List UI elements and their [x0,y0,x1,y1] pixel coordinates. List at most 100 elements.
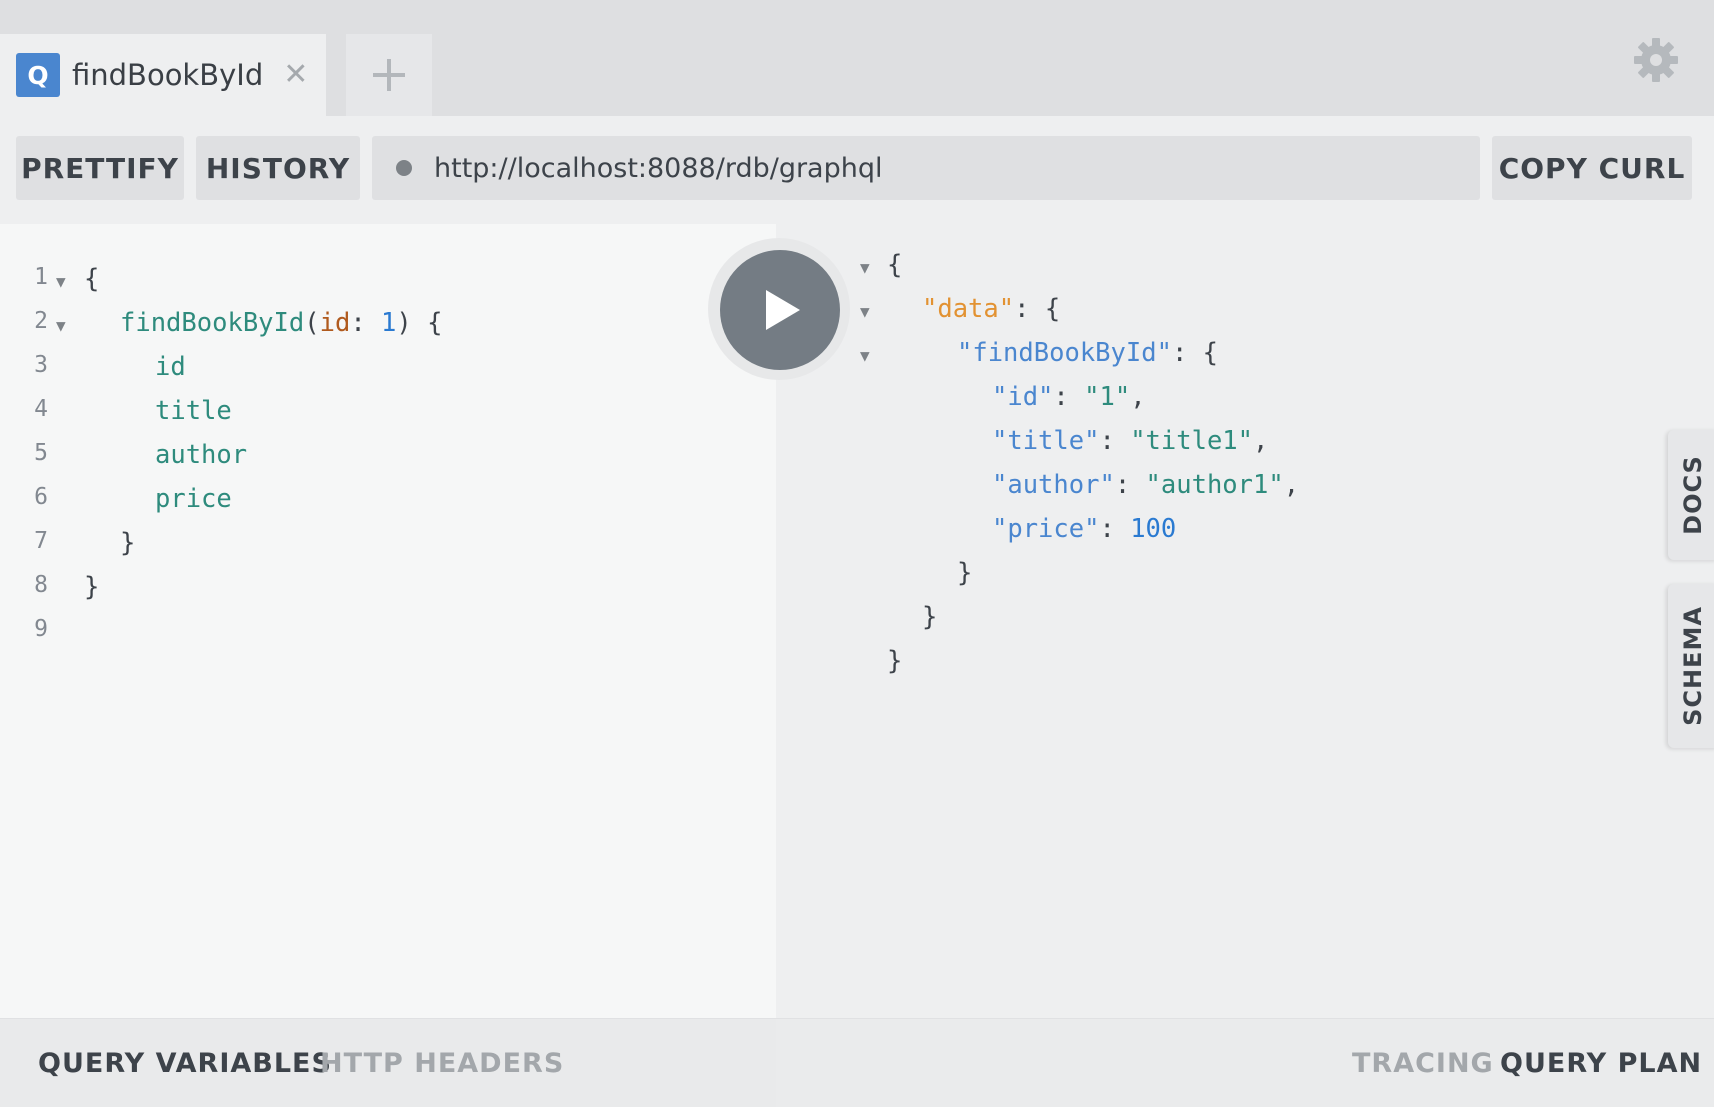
editor-line: 2 ▼ findBookById(id: 1) { [0,308,776,352]
toolbar: PRETTIFY HISTORY COPY CURL [0,116,1714,224]
code-argument: id [319,308,351,338]
line-number: 2 [34,308,48,334]
line-number: 5 [34,440,48,466]
docs-tab-label: DOCS [1679,455,1708,535]
history-button[interactable]: HISTORY [196,136,360,200]
json-value: "title1" [1130,426,1254,456]
json-punct: , [1130,382,1146,412]
result-line: "title": "title1", [776,426,1676,470]
code-punct: { [411,308,443,338]
json-key: "id" [992,382,1054,412]
json-key: "findBookById" [957,338,1172,368]
result-line: } [776,602,1676,646]
json-text: } [957,558,973,588]
fold-arrow-icon[interactable]: ▼ [860,346,870,365]
result-line: "author": "author1", [776,470,1676,514]
code-text: { [84,264,100,294]
code-text: } [120,528,136,558]
tab-label: findBookById [72,58,264,92]
status-dot-icon [396,160,412,176]
json-punct: , [1253,426,1269,456]
http-headers-tab[interactable]: HTTP HEADERS [320,1048,564,1079]
json-punct: : { [1171,338,1218,368]
code-field: author [155,440,248,470]
json-punct: : [1053,382,1085,412]
json-key: "data" [922,294,1015,324]
prettify-button[interactable]: PRETTIFY [16,136,184,200]
gear-icon[interactable] [1632,36,1680,84]
editor-line: 1 ▼ { [0,264,776,308]
editor-line: 9 [0,616,776,660]
result-line: ▼ "data": { [776,294,1676,338]
json-punct: : [1114,470,1146,500]
fold-arrow-icon[interactable]: ▼ [860,258,870,277]
json-text: "id": "1", [992,382,1146,412]
editor-line: 8 } [0,572,776,616]
result-line: ▼ { [776,250,1676,294]
bottom-bar: QUERY VARIABLES HTTP HEADERS TRACING QUE… [0,1018,1714,1107]
code-punct: ) [396,308,412,338]
json-punct: : [1099,426,1131,456]
editor-line: 7 } [0,528,776,572]
close-icon[interactable]: ✕ [283,60,308,90]
fold-arrow-icon[interactable]: ▼ [860,302,870,321]
fold-arrow-icon[interactable]: ▼ [56,272,66,291]
plus-icon [373,59,405,91]
json-key: "price" [992,514,1100,544]
editor-line: 4 title [0,396,776,440]
query-badge: Q [16,53,60,97]
json-punct: , [1283,470,1300,500]
editor-line: 5 author [0,440,776,484]
json-key: "author" [992,470,1115,500]
line-number: 4 [34,396,48,422]
result-line: } [776,558,1676,602]
code-field: id [155,352,186,382]
result-line: "price": 100 [776,514,1676,558]
json-text: "findBookById": { [957,338,1218,368]
code-text: findBookById(id: 1) { [120,308,442,338]
tab-bar: Q findBookById ✕ [0,0,1714,116]
json-key: "title" [992,426,1100,456]
json-text: "price": 100 [992,514,1176,544]
code-text: } [84,572,100,602]
code-field: price [155,484,232,514]
code-field: findBookById [120,308,305,338]
editor-line: 3 id [0,352,776,396]
endpoint-url-input[interactable] [434,152,1434,184]
query-variables-tab[interactable]: QUERY VARIABLES [38,1048,332,1079]
play-icon [766,290,800,330]
json-value: 100 [1130,514,1177,544]
copy-curl-button[interactable]: COPY CURL [1492,136,1692,200]
code-number: 1 [381,308,397,338]
json-value: "1" [1084,382,1131,412]
schema-tab-label: SCHEMA [1679,606,1707,726]
result-line: ▼ "findBookById": { [776,338,1676,382]
json-text: } [922,602,938,632]
run-query-button[interactable] [720,250,840,370]
endpoint-bar [372,136,1480,200]
tab-find-book-by-id[interactable]: Q findBookById ✕ [0,34,326,116]
result-line: "id": "1", [776,382,1676,426]
json-text: "title": "title1", [992,426,1268,456]
tracing-tab[interactable]: TRACING [1352,1048,1494,1079]
json-punct: : [1099,514,1131,544]
code-punct: : [350,308,382,338]
schema-tab[interactable]: SCHEMA [1668,584,1714,748]
line-number: 9 [34,616,48,642]
line-number: 8 [34,572,48,598]
query-editor[interactable]: 1 ▼ { 2 ▼ findBookById(id: 1) { 3 id 4 t… [0,224,776,1018]
line-number: 7 [34,528,48,554]
line-number: 1 [34,264,48,290]
json-text: "data": { [922,294,1060,324]
line-number: 6 [34,484,48,510]
json-punct: : { [1014,294,1061,324]
add-tab-button[interactable] [346,34,432,116]
code-punct: ( [304,308,320,338]
json-value: "author1" [1145,470,1284,500]
docs-tab[interactable]: DOCS [1668,430,1714,560]
editor-line: 6 price [0,484,776,528]
query-plan-tab[interactable]: QUERY PLAN [1500,1048,1702,1079]
json-text: } [887,646,903,676]
line-number: 3 [34,352,48,378]
fold-arrow-icon[interactable]: ▼ [56,316,66,335]
